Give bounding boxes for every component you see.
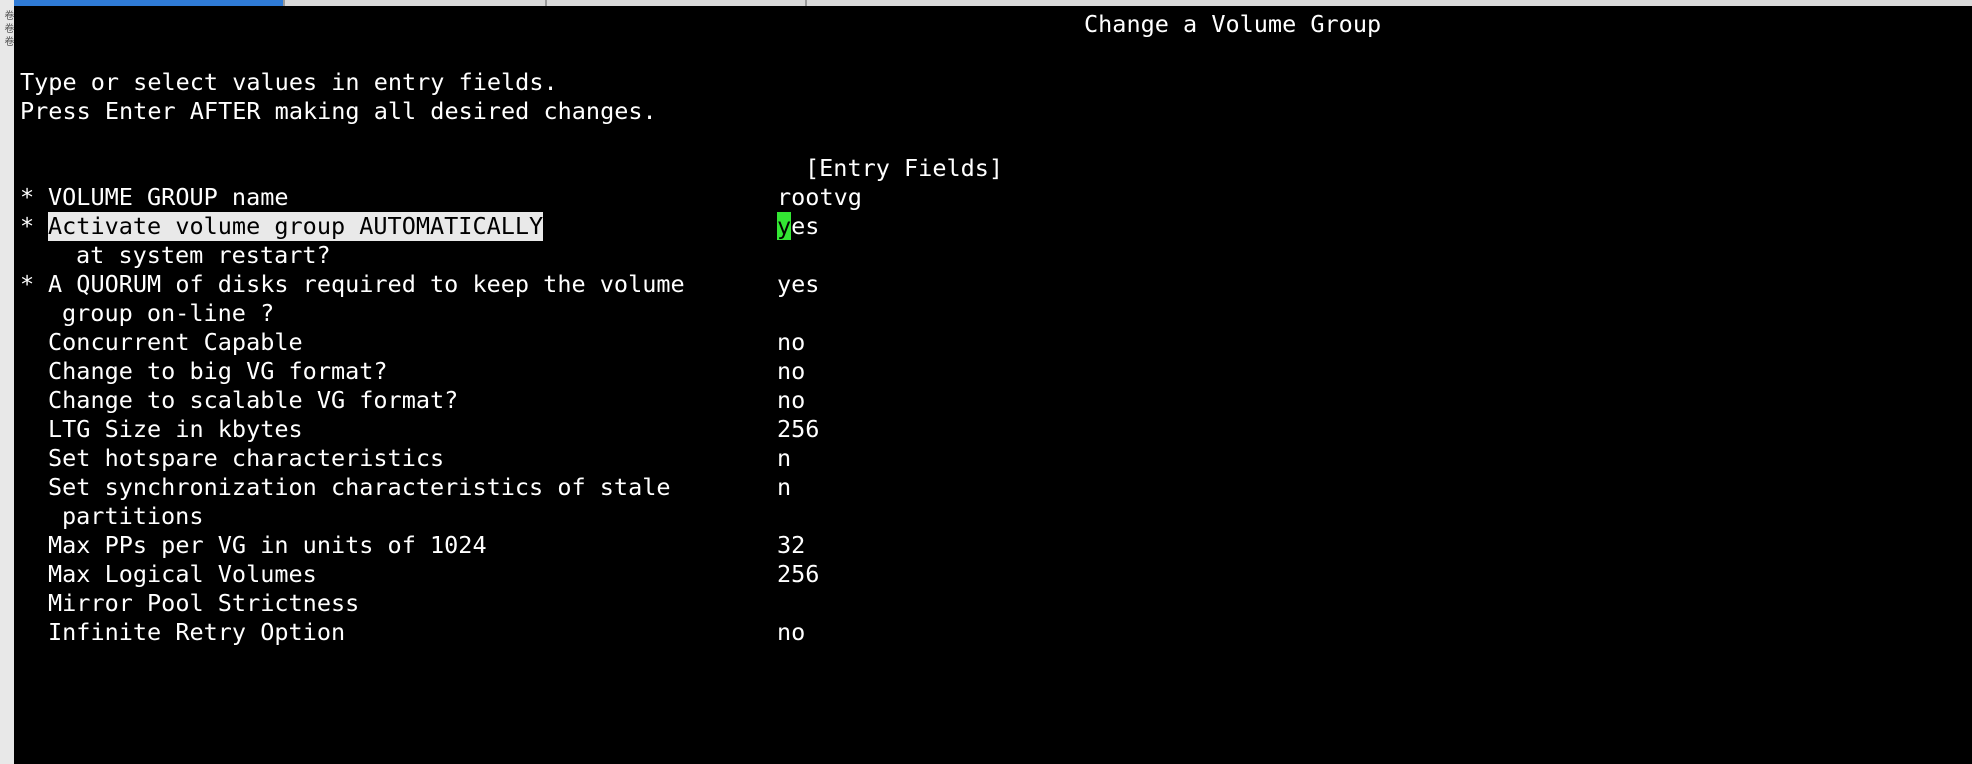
tab-separator xyxy=(545,0,547,6)
field-value[interactable]: no xyxy=(777,386,805,415)
field-value[interactable]: no xyxy=(777,618,805,647)
field-label: Change to scalable VG format? xyxy=(48,386,459,414)
field-label: Change to big VG format? xyxy=(48,357,388,385)
screen-title: Change a Volume Group xyxy=(1084,10,1382,38)
tab-separator xyxy=(283,0,285,6)
field-label-continuation: group on-line ? xyxy=(62,299,275,327)
instruction-line: Type or select values in entry fields. xyxy=(20,68,558,96)
instruction-line: Press Enter AFTER making all desired cha… xyxy=(20,97,657,125)
left-gutter: 卷 卷 卷 xyxy=(0,0,14,764)
terminal-screen[interactable]: 卷 卷 卷 Change a Volume Group Type or sele… xyxy=(0,0,1972,764)
field-value[interactable]: yes xyxy=(777,212,819,241)
required-marker: * xyxy=(20,212,35,240)
field-value-rest: es xyxy=(791,212,820,240)
field-label: A QUORUM of disks required to keep the v… xyxy=(48,270,685,298)
field-value[interactable]: 256 xyxy=(777,415,819,444)
field-label: LTG Size in kbytes xyxy=(48,415,303,443)
text-cursor: y xyxy=(777,212,792,240)
field-label: Max Logical Volumes xyxy=(48,560,317,588)
tab-strip xyxy=(0,0,1972,6)
field-label: Max PPs per VG in units of 1024 xyxy=(48,531,487,559)
field-value[interactable]: no xyxy=(777,357,805,386)
field-label: Infinite Retry Option xyxy=(48,618,346,646)
tab-separator xyxy=(805,0,807,6)
required-marker: * xyxy=(20,183,35,211)
field-value[interactable]: no xyxy=(777,328,805,357)
field-label: Mirror Pool Strictness xyxy=(48,589,360,617)
tab-active[interactable] xyxy=(0,0,283,6)
field-label-continuation: partitions xyxy=(62,502,204,530)
entry-fields-header: [Entry Fields] xyxy=(805,154,1004,182)
field-value[interactable]: rootvg xyxy=(777,183,862,212)
field-value[interactable]: yes xyxy=(777,270,819,299)
field-value[interactable]: 32 xyxy=(777,531,805,560)
field-value[interactable]: n xyxy=(777,473,791,502)
field-value[interactable]: 256 xyxy=(777,560,819,589)
field-label-continuation: at system restart? xyxy=(76,241,331,269)
required-marker: * xyxy=(20,270,35,298)
field-label-selected: Activate volume group AUTOMATICALLY xyxy=(48,212,544,241)
field-value[interactable]: n xyxy=(777,444,791,473)
gutter-label: 卷 卷 卷 xyxy=(2,10,13,47)
field-label: VOLUME GROUP name xyxy=(48,183,289,211)
field-label: Concurrent Capable xyxy=(48,328,303,356)
field-label: Set hotspare characteristics xyxy=(48,444,445,472)
field-label: Set synchronization characteristics of s… xyxy=(48,473,671,501)
